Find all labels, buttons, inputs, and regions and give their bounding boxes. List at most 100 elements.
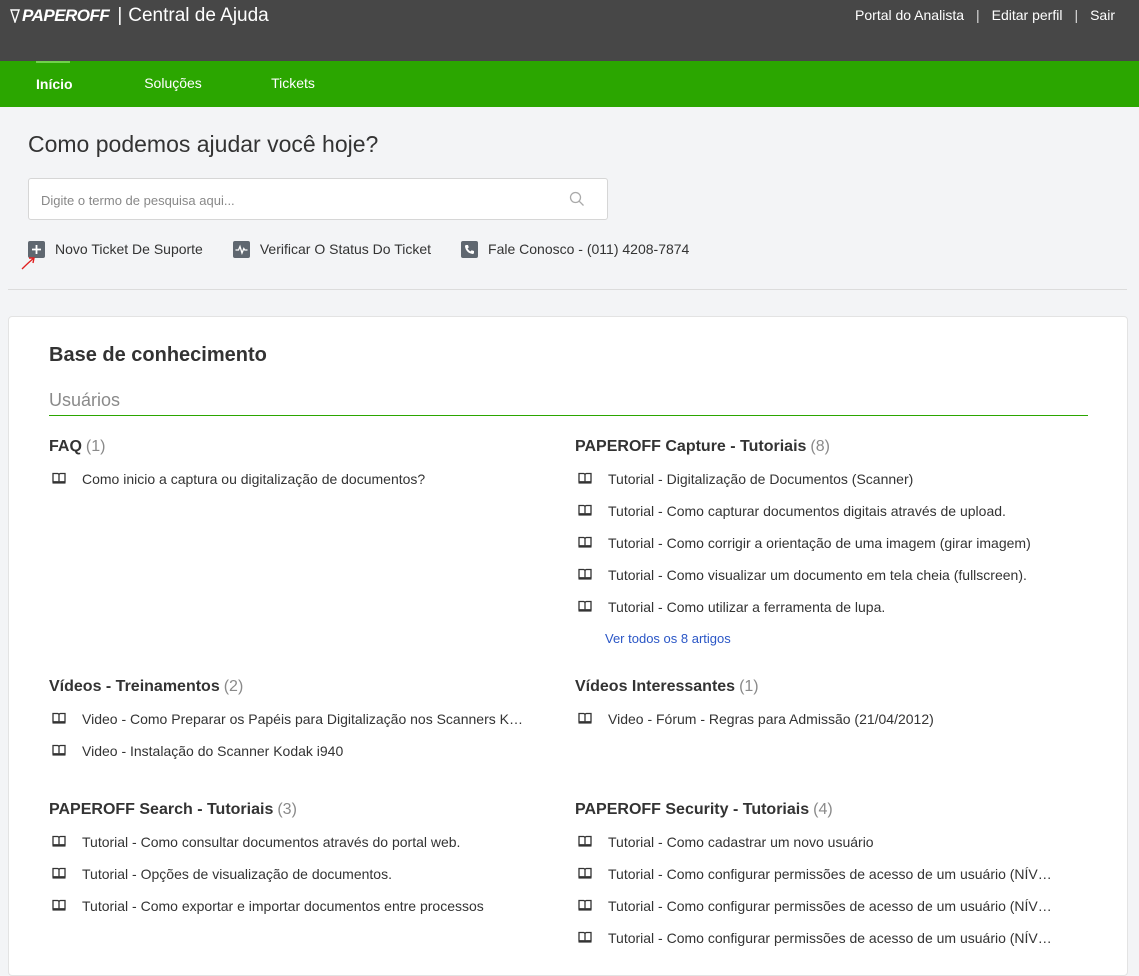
phone-icon bbox=[461, 240, 479, 258]
article-link[interactable]: Tutorial - Como corrigir a orientação de… bbox=[575, 527, 1055, 559]
category-count: (8) bbox=[810, 438, 830, 455]
category-faq: FAQ (1) Como inicio a captura ou digitaliz… bbox=[49, 437, 529, 495]
article-link[interactable]: Tutorial - Como utilizar a ferramenta de… bbox=[575, 591, 1055, 623]
category-name: FAQ bbox=[49, 438, 82, 455]
article-title: Tutorial - Digitalização de Documentos (… bbox=[608, 471, 914, 487]
article-link[interactable]: Video - Fórum - Regras para Admissão (21… bbox=[575, 703, 1055, 735]
brand-name: PAPEROFF bbox=[22, 6, 110, 25]
paperoff-logo-icon bbox=[10, 9, 20, 23]
tab-solucoes[interactable]: Soluções bbox=[143, 61, 203, 107]
article-title: Video - Como Preparar os Papéis para Dig… bbox=[82, 711, 527, 727]
search-box bbox=[28, 178, 608, 220]
tab-inicio[interactable]: Início bbox=[36, 61, 73, 107]
contact-action[interactable]: Fale Conosco - (011) 4208-7874 bbox=[461, 240, 690, 258]
account-links: Portal do Analista | Editar perfil | Sai… bbox=[855, 7, 1115, 23]
book-icon bbox=[578, 567, 592, 583]
category-name: PAPEROFF Security - Tutoriais bbox=[575, 801, 810, 818]
category-videos-interessantes: Vídeos Interessantes (1) Video - Fórum - R… bbox=[575, 677, 1055, 735]
category-count: (1) bbox=[85, 438, 106, 455]
article-link[interactable]: Tutorial - Como consultar documentos atr… bbox=[49, 826, 529, 858]
article-link[interactable]: Tutorial - Como capturar documentos digi… bbox=[575, 495, 1055, 527]
divider bbox=[8, 289, 1127, 290]
article-link[interactable]: Tutorial - Como configurar permissões de… bbox=[575, 858, 1055, 890]
article-title: Tutorial - Como capturar documentos digi… bbox=[608, 503, 1006, 519]
contact-label: Fale Conosco - (011) 4208-7874 bbox=[488, 241, 690, 257]
category-heading[interactable]: PAPEROFF Search - Tutoriais (3) bbox=[49, 800, 529, 820]
book-icon bbox=[578, 535, 592, 551]
page-title: Central de Ajuda bbox=[128, 5, 269, 26]
article-link[interactable]: Como inicio a captura ou digitalização d… bbox=[49, 463, 529, 495]
category-security: PAPEROFF Security - Tutoriais (4) Tutorial… bbox=[575, 800, 1055, 954]
category-heading[interactable]: PAPEROFF Capture - Tutoriais (8) bbox=[575, 437, 1055, 457]
article-link[interactable]: Tutorial - Como visualizar um documento … bbox=[575, 559, 1055, 591]
category-heading[interactable]: PAPEROFF Security - Tutoriais (4) bbox=[575, 800, 1055, 820]
category-name: PAPEROFF Search - Tutoriais bbox=[49, 801, 274, 818]
category-count: (4) bbox=[813, 801, 833, 818]
article-title: Como inicio a captura ou digitalização d… bbox=[82, 471, 426, 487]
category-count: (3) bbox=[277, 801, 297, 818]
article-title: Tutorial - Como consultar documentos atr… bbox=[82, 834, 461, 850]
category-name: PAPEROFF Capture - Tutoriais bbox=[575, 438, 807, 455]
article-link[interactable]: Tutorial - Digitalização de Documentos (… bbox=[575, 463, 1055, 495]
category-capture: PAPEROFF Capture - Tutoriais (8) Tutorial … bbox=[575, 437, 1055, 655]
article-title: Video - Instalação do Scanner Kodak i940 bbox=[82, 743, 344, 759]
article-link[interactable]: Tutorial - Como exportar e importar docu… bbox=[49, 890, 529, 922]
book-icon bbox=[578, 898, 592, 914]
article-title: Tutorial - Como configurar permissões de… bbox=[608, 930, 1053, 946]
article-link[interactable]: Video - Como Preparar os Papéis para Dig… bbox=[49, 703, 529, 735]
section-divider bbox=[49, 415, 1088, 416]
article-title: Tutorial - Como corrigir a orientação de… bbox=[608, 535, 1031, 551]
main-nav: Início Soluções Tickets bbox=[0, 61, 1139, 107]
book-icon bbox=[578, 471, 592, 487]
book-icon bbox=[52, 743, 66, 759]
article-link[interactable]: Tutorial - Como configurar permissões de… bbox=[575, 922, 1055, 954]
article-link[interactable]: Tutorial - Opções de visualização de doc… bbox=[49, 858, 529, 890]
knowledge-base-card: Base de conhecimento Usuários FAQ (1) Como… bbox=[8, 316, 1128, 976]
kb-section-title[interactable]: Usuários bbox=[49, 390, 120, 411]
top-bar: PAPEROFF | Central de Ajuda Portal do An… bbox=[0, 0, 1139, 61]
search-input[interactable] bbox=[41, 189, 541, 211]
article-title: Tutorial - Como cadastrar um novo usuári… bbox=[608, 834, 874, 850]
check-status-label: Verificar O Status Do Ticket bbox=[259, 241, 432, 257]
article-title: Tutorial - Como utilizar a ferramenta de… bbox=[608, 599, 886, 615]
book-icon bbox=[578, 866, 592, 882]
book-icon bbox=[52, 834, 66, 850]
category-videos-treinamentos: Vídeos - Treinamentos (2) Video - Como Pre… bbox=[49, 677, 529, 767]
see-all-articles-link[interactable]: Ver todos os 8 artigos bbox=[605, 623, 1055, 655]
book-icon bbox=[578, 503, 592, 519]
tab-tickets[interactable]: Tickets bbox=[269, 61, 317, 107]
brand-logo[interactable]: PAPEROFF | Central de Ajuda bbox=[10, 5, 269, 26]
new-ticket-action[interactable]: Novo Ticket De Suporte bbox=[28, 240, 203, 258]
article-link[interactable]: Tutorial - Como configurar permissões de… bbox=[575, 890, 1055, 922]
article-title: Tutorial - Como exportar e importar docu… bbox=[82, 898, 484, 914]
article-link[interactable]: Tutorial - Como cadastrar um novo usuári… bbox=[575, 826, 1055, 858]
book-icon bbox=[52, 898, 66, 914]
article-title: Video - Fórum - Regras para Admissão (21… bbox=[608, 711, 934, 727]
article-title: Tutorial - Opções de visualização de doc… bbox=[82, 866, 392, 882]
article-title: Tutorial - Como configurar permissões de… bbox=[608, 898, 1053, 914]
category-name: Vídeos Interessantes bbox=[575, 678, 736, 695]
book-icon bbox=[578, 599, 592, 615]
quick-actions: Novo Ticket De Suporte Verificar O Statu… bbox=[28, 239, 719, 259]
category-heading[interactable]: Vídeos - Treinamentos (2) bbox=[49, 677, 529, 697]
check-status-action[interactable]: Verificar O Status Do Ticket bbox=[232, 240, 432, 258]
book-icon bbox=[578, 930, 592, 946]
annotation-arrow-icon bbox=[21, 257, 35, 270]
pulse-icon bbox=[232, 240, 250, 258]
new-ticket-label: Novo Ticket De Suporte bbox=[55, 241, 203, 257]
article-link[interactable]: Video - Instalação do Scanner Kodak i940 bbox=[49, 735, 529, 767]
article-title: Tutorial - Como configurar permissões de… bbox=[608, 866, 1053, 882]
link-divider: | bbox=[976, 7, 980, 23]
category-name: Vídeos - Treinamentos bbox=[49, 678, 220, 695]
category-heading[interactable]: FAQ (1) bbox=[49, 437, 529, 457]
analyst-portal-link[interactable]: Portal do Analista bbox=[855, 7, 964, 23]
kb-title: Base de conhecimento bbox=[49, 344, 267, 366]
edit-profile-link[interactable]: Editar perfil bbox=[992, 7, 1063, 23]
category-heading[interactable]: Vídeos Interessantes (1) bbox=[575, 677, 1055, 697]
logout-link[interactable]: Sair bbox=[1090, 7, 1115, 23]
book-icon bbox=[578, 834, 592, 850]
book-icon bbox=[578, 711, 592, 727]
link-divider: | bbox=[1074, 7, 1079, 23]
category-count: (2) bbox=[223, 678, 244, 695]
search-icon[interactable] bbox=[569, 191, 585, 207]
